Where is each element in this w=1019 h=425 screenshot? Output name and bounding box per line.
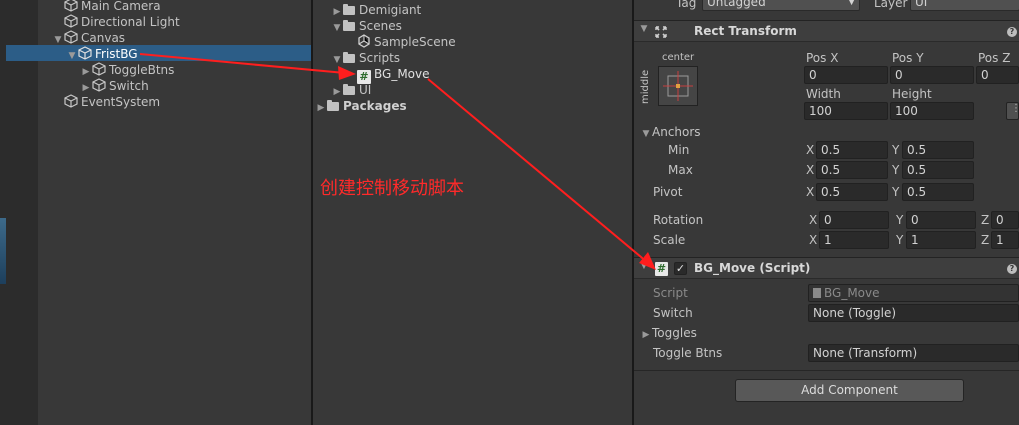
- annotation-arrow-1: [139, 53, 346, 74]
- annotation-arrows: [139, 53, 656, 270]
- annotation-arrow-2: [427, 78, 648, 263]
- annotation-arrowhead-1: [338, 66, 356, 80]
- annotation-arrowhead-2: [639, 252, 656, 270]
